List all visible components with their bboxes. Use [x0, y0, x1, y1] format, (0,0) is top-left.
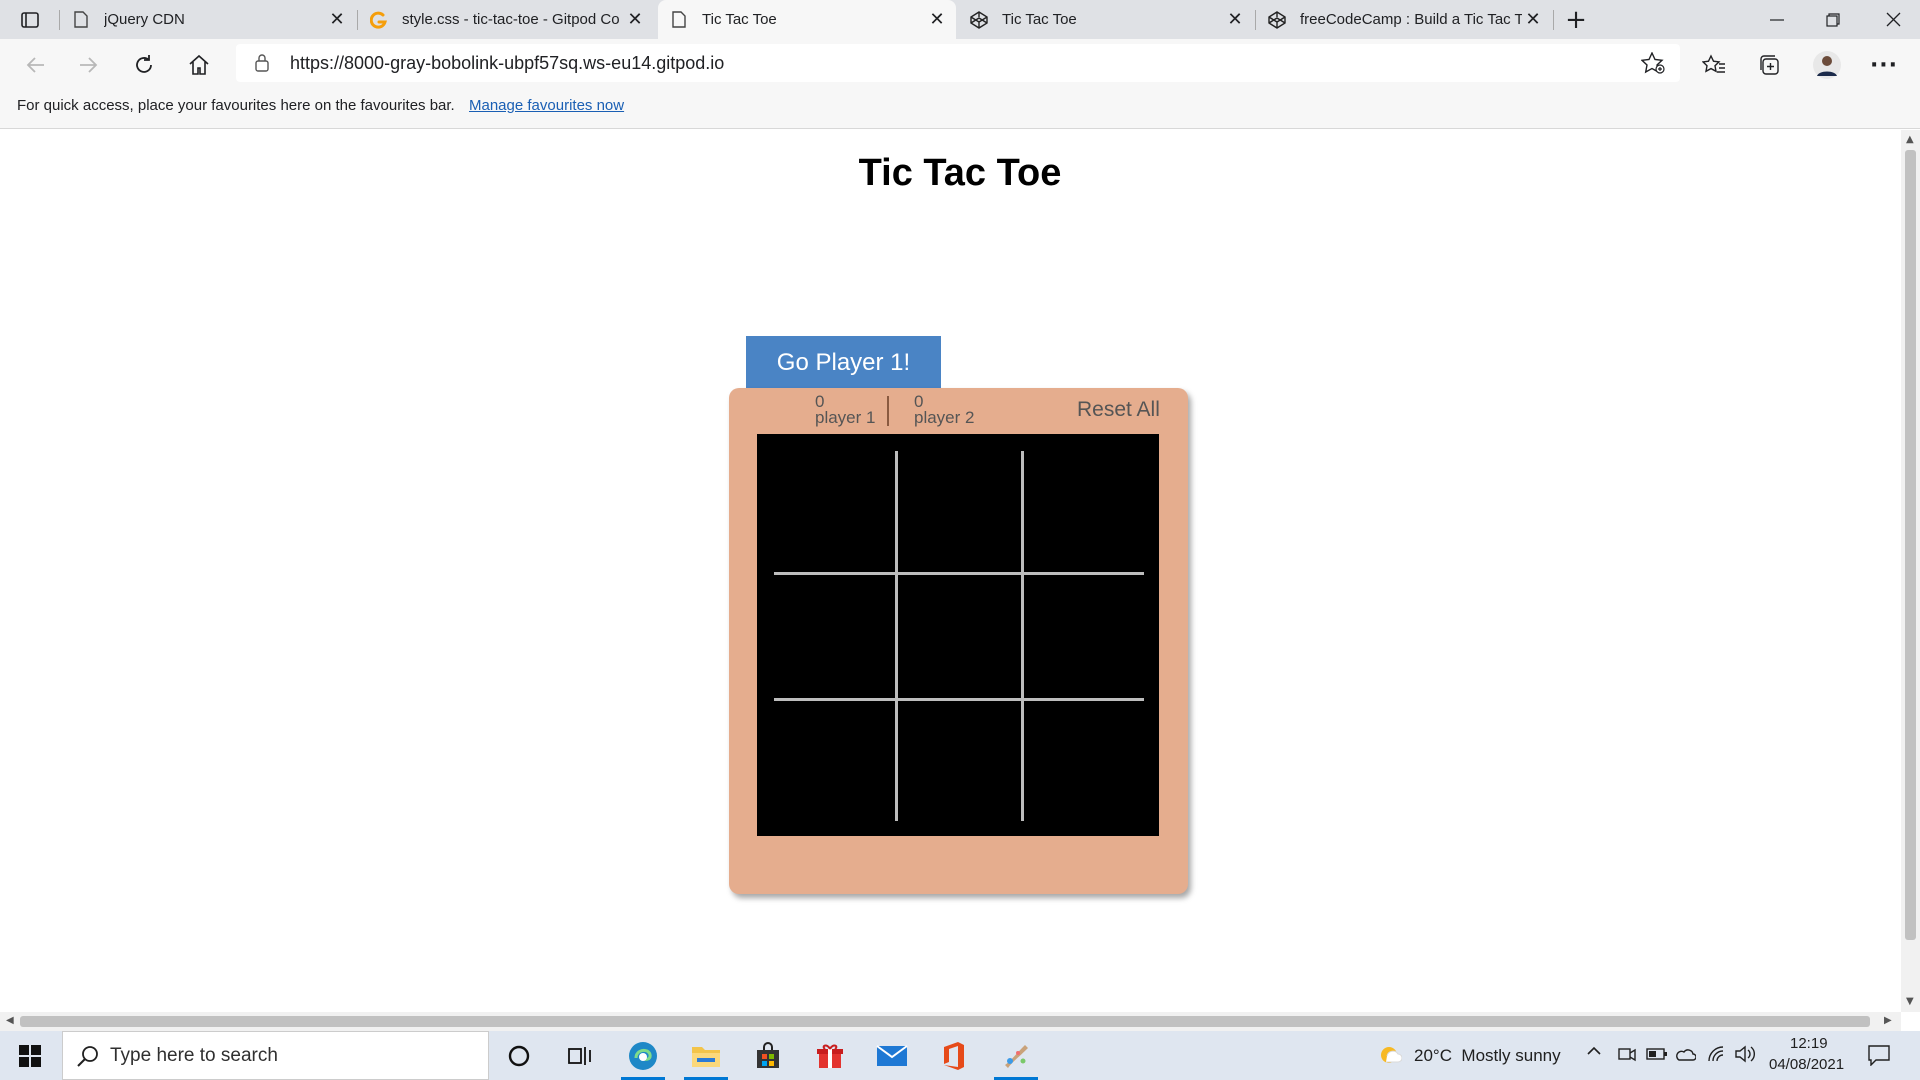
player2-label: player 2 — [914, 408, 975, 427]
profile-avatar[interactable] — [1810, 48, 1844, 82]
page-title: Tic Tac Toe — [858, 152, 1062, 194]
tab-tic-tac-toe-active[interactable]: Tic Tac Toe ✕ — [658, 0, 956, 39]
codepen-icon — [1268, 10, 1286, 29]
grid-line — [1021, 451, 1024, 821]
forward-button[interactable] — [72, 48, 106, 82]
back-button[interactable] — [18, 48, 52, 82]
cortana-icon[interactable] — [491, 1031, 547, 1080]
close-icon[interactable]: ✕ — [326, 9, 348, 31]
close-icon[interactable]: ✕ — [1522, 9, 1544, 31]
tab-title: Tic Tac Toe — [702, 11, 777, 28]
tab-title: freeCodeCamp : Build a Tic Tac To — [1300, 11, 1522, 28]
horizontal-scrollbar[interactable]: ◀ ▶ — [0, 1012, 1901, 1031]
paint-icon[interactable] — [988, 1031, 1044, 1080]
edge-icon[interactable] — [615, 1031, 671, 1080]
page-icon — [72, 11, 90, 29]
tab-jquery-cdn[interactable]: jQuery CDN ✕ — [60, 0, 356, 39]
page-icon — [670, 11, 688, 29]
store-icon[interactable] — [740, 1031, 796, 1080]
tab-tic-tac-toe-codepen[interactable]: Tic Tac Toe ✕ — [958, 0, 1254, 39]
vertical-scrollbar[interactable]: ▲ ▼ — [1901, 130, 1920, 1012]
tab-freecodecamp[interactable]: freeCodeCamp : Build a Tic Tac To ✕ — [1256, 0, 1552, 39]
task-view-icon[interactable] — [552, 1031, 608, 1080]
tab-actions-icon[interactable] — [14, 8, 46, 32]
grid-line — [774, 572, 1144, 575]
favourites-icon[interactable] — [1697, 48, 1731, 82]
tab-title: Tic Tac Toe — [1002, 11, 1077, 28]
codepen-icon — [970, 10, 988, 29]
collections-icon[interactable] — [1752, 48, 1786, 82]
taskbar-search[interactable]: Type here to search — [62, 1031, 489, 1080]
battery-icon[interactable] — [1646, 1046, 1668, 1066]
player2-score: 0 player 2 — [914, 393, 975, 427]
clock-time[interactable]: 12:19 — [1790, 1035, 1828, 1052]
turn-indicator-button[interactable]: Go Player 1! — [746, 336, 941, 390]
player1-label: player 1 — [815, 408, 876, 427]
address-bar[interactable]: https://8000-gray-bobolink-ubpf57sq.ws-e… — [236, 44, 1680, 82]
file-explorer-icon[interactable] — [678, 1031, 734, 1080]
scrollbar-thumb[interactable] — [20, 1016, 1870, 1027]
meet-now-icon[interactable] — [1618, 1045, 1636, 1068]
close-icon[interactable]: ✕ — [1224, 9, 1246, 31]
tab-strip: jQuery CDN ✕ style.css - tic-tac-toe - G… — [0, 0, 1920, 39]
weather-text[interactable]: 20°C Mostly sunny — [1414, 1046, 1561, 1066]
minimize-button[interactable] — [1754, 0, 1800, 39]
tab-style-css[interactable]: style.css - tic-tac-toe - Gitpod Co ✕ — [358, 0, 654, 39]
refresh-button[interactable] — [127, 48, 161, 82]
score-divider — [887, 396, 889, 426]
windows-logo-icon — [19, 1044, 41, 1067]
player1-score: 0 player 1 — [815, 393, 876, 427]
scroll-up-arrow[interactable]: ▲ — [1906, 134, 1914, 145]
close-icon[interactable]: ✕ — [624, 9, 646, 31]
game-panel: 0 player 1 0 player 2 Reset All — [729, 388, 1188, 894]
gitpod-icon — [370, 11, 388, 29]
page-viewport: Tic Tac Toe Go Player 1! 0 player 1 0 pl… — [0, 130, 1901, 1012]
lock-icon[interactable] — [254, 54, 270, 76]
new-tab-button[interactable]: + — [1560, 4, 1592, 36]
search-placeholder: Type here to search — [110, 1044, 278, 1066]
favourites-message: For quick access, place your favourites … — [17, 97, 455, 114]
reset-all-button[interactable]: Reset All — [1077, 398, 1160, 422]
add-favourite-icon[interactable] — [1640, 51, 1665, 78]
close-window-button[interactable] — [1866, 0, 1920, 39]
manage-favourites-link[interactable]: Manage favourites now — [469, 97, 624, 114]
wifi-icon[interactable] — [1707, 1045, 1727, 1068]
more-menu-icon[interactable]: ··· — [1867, 48, 1901, 82]
grid-line — [774, 698, 1144, 701]
gift-icon[interactable] — [802, 1031, 858, 1080]
scroll-left-arrow[interactable]: ◀ — [6, 1015, 14, 1026]
tab-title: jQuery CDN — [104, 11, 185, 28]
navigation-toolbar: https://8000-gray-bobolink-ubpf57sq.ws-e… — [0, 39, 1920, 89]
game-board[interactable] — [757, 434, 1159, 836]
notifications-icon[interactable] — [1868, 1044, 1890, 1071]
scroll-right-arrow[interactable]: ▶ — [1884, 1015, 1892, 1026]
home-button[interactable] — [182, 48, 216, 82]
scrollbar-thumb[interactable] — [1905, 150, 1916, 940]
show-hidden-icons[interactable] — [1586, 1043, 1602, 1064]
restore-button[interactable] — [1810, 0, 1856, 39]
url-text[interactable]: https://8000-gray-bobolink-ubpf57sq.ws-e… — [290, 53, 724, 74]
favourites-bar: For quick access, place your favourites … — [0, 89, 1920, 129]
weather-icon[interactable] — [1378, 1044, 1403, 1072]
grid-line — [895, 451, 898, 821]
clock-date[interactable]: 04/08/2021 — [1769, 1056, 1844, 1073]
scroll-down-arrow[interactable]: ▼ — [1906, 996, 1914, 1007]
mail-icon[interactable] — [864, 1031, 920, 1080]
onedrive-icon[interactable] — [1674, 1046, 1697, 1066]
tab-title: style.css - tic-tac-toe - Gitpod Co — [402, 11, 620, 28]
close-icon[interactable]: ✕ — [926, 9, 948, 31]
windows-taskbar: Type here to search 20°C Mostly sunny 12… — [0, 1031, 1920, 1080]
volume-icon[interactable] — [1734, 1045, 1756, 1068]
search-icon — [77, 1045, 99, 1071]
office-icon[interactable] — [926, 1031, 982, 1080]
start-button[interactable] — [0, 1031, 60, 1080]
